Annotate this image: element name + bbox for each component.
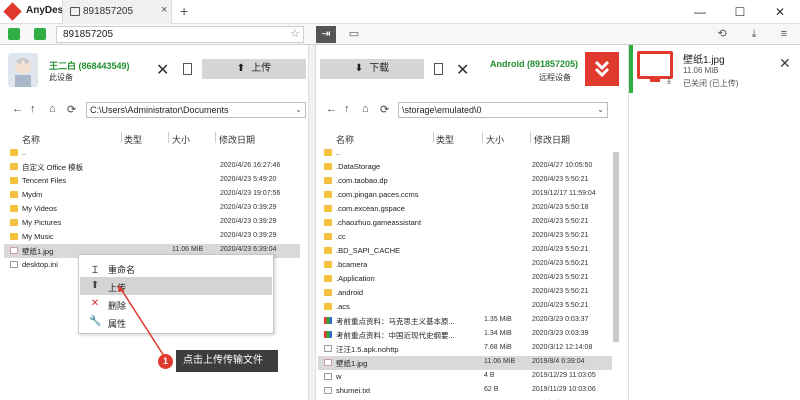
notification-status: 已关闭 (已上传) — [683, 79, 739, 88]
annotation-callout: 点击上传传输文件 — [176, 350, 278, 372]
annotation-number-badge: 1 — [158, 354, 173, 369]
transfer-notification: ⤓ 壁纸1.jpg 11.06 MiB 已关闭 (已上传) ✕ — [628, 45, 800, 400]
close-icon[interactable]: ✕ — [779, 55, 791, 72]
notification-title: 壁纸1.jpg — [683, 55, 725, 66]
notification-status-bar — [629, 45, 633, 93]
download-icon: ⤓ — [667, 75, 671, 85]
notification-size: 11.06 MiB — [683, 66, 719, 75]
